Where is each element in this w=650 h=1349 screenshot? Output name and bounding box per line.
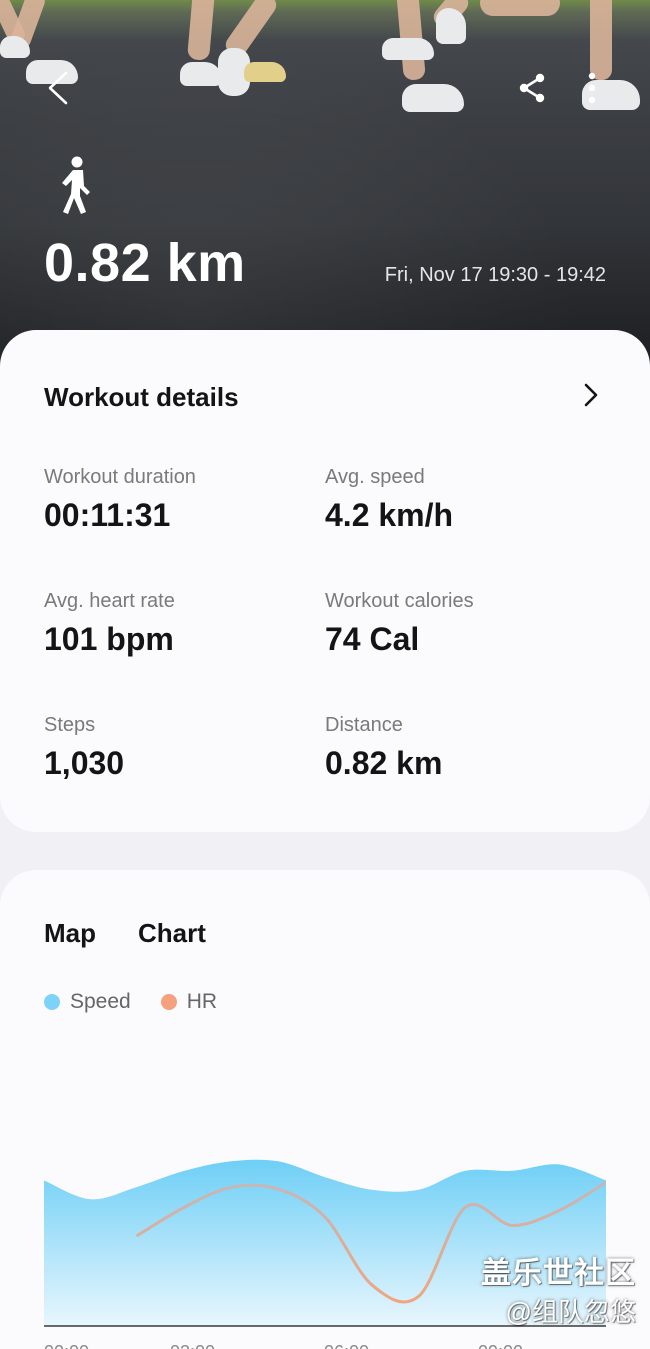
more-options-button[interactable] [572,68,612,108]
stat-distance: Distance 0.82 km [325,714,442,782]
stat-avg-speed: Avg. speed 4.2 km/h [325,466,453,534]
stat-label: Avg. speed [325,466,425,488]
stat-label: Distance [325,714,403,736]
back-arrow-icon [48,71,68,105]
stat-value: 101 bpm [44,621,174,657]
stat-label: Steps [44,714,96,736]
legend-label: HR [186,990,218,1013]
share-button[interactable] [512,68,552,108]
tab-chart[interactable]: Chart [138,918,206,949]
chevron-right-icon [584,383,598,407]
stat-workout-duration: Workout duration 00:11:31 [44,466,196,534]
x-tick-label: 02:00 [170,1342,215,1349]
share-icon [519,73,545,103]
legend-item-hr: HR [160,990,218,1014]
stat-label: Workout duration [44,466,196,488]
stat-label: Avg. heart rate [44,590,175,612]
chart-legend: Speed HR [44,990,217,1014]
tab-map[interactable]: Map [44,918,96,949]
legend-dot-speed [44,994,60,1010]
legend-label: Speed [70,990,131,1013]
more-vertical-icon [588,72,596,104]
stat-workout-calories: Workout calories 74 Cal [325,590,474,658]
back-button[interactable] [38,68,78,108]
workout-details-card[interactable]: Workout details Workout duration 00:11:3… [0,330,650,832]
x-tick-label: 00:00 [44,1342,89,1349]
stat-steps: Steps 1,030 [44,714,124,782]
stat-label: Workout calories [325,590,474,612]
stat-value: 00:11:31 [44,497,171,533]
watermark-line-2: @组队忽悠 [505,1297,636,1327]
walking-icon [56,156,96,221]
x-tick-label: 06:00 [324,1342,369,1349]
distance-title: 0.82 km [44,233,246,293]
workout-details-chevron[interactable] [576,380,606,410]
stat-value: 1,030 [44,745,125,781]
stat-avg-heart-rate: Avg. heart rate 101 bpm [44,590,175,658]
watermark-line-1: 盖乐世社区 [481,1257,636,1290]
stat-value: 0.82 km [325,745,443,781]
legend-dot-hr [160,994,177,1010]
workout-date-range: Fri, Nov 17 19:30 - 19:42 [384,264,606,286]
x-tick-label: 09:00 [478,1342,523,1349]
workout-details-title: Workout details [44,382,239,412]
hero-banner: 0.82 km Fri, Nov 17 19:30 - 19:42 [0,0,650,370]
legend-item-speed: Speed [44,990,131,1014]
stat-value: 4.2 km/h [325,497,454,533]
stat-value: 74 Cal [325,621,420,657]
